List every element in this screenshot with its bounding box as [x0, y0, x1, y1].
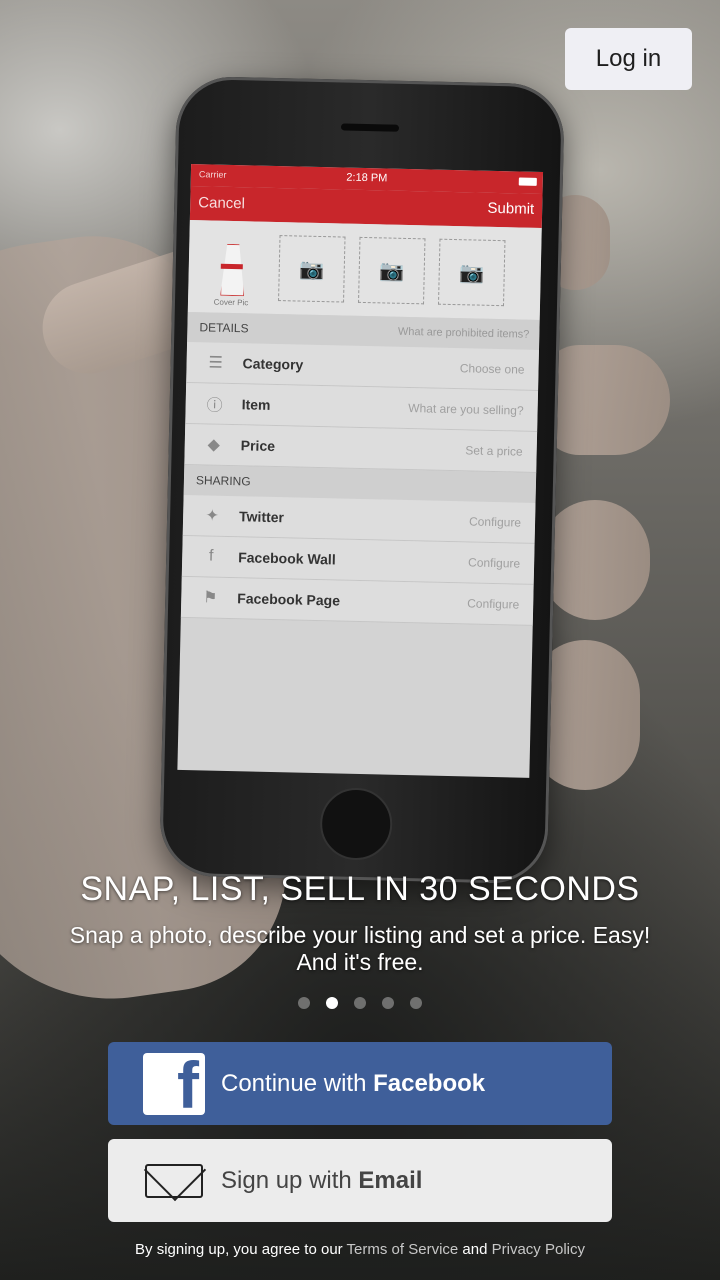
flag-icon: ⚑ — [202, 589, 218, 607]
twitter-icon: ✦ — [205, 507, 220, 525]
page-dot[interactable] — [354, 997, 366, 1009]
email-button-label: Sign up with Email — [221, 1167, 422, 1195]
row-label: Item — [241, 396, 271, 413]
add-photo-camera-icon: 📷 — [437, 238, 506, 307]
login-button[interactable]: Log in — [565, 28, 692, 90]
page-dot-active[interactable] — [326, 997, 338, 1009]
row-value: What are you selling? — [408, 401, 524, 418]
row-label: Facebook Wall — [238, 549, 336, 568]
facebook-logo-icon: f — [143, 1052, 205, 1115]
terms-of-service-link[interactable]: Terms of Service — [347, 1241, 459, 1258]
page-dot[interactable] — [382, 997, 394, 1009]
row-label: Price — [240, 437, 276, 455]
sharing-title: SHARING — [195, 473, 251, 489]
add-photo-camera-icon: 📷 — [358, 236, 426, 305]
privacy-policy-link[interactable]: Privacy Policy — [492, 1241, 585, 1258]
legal-prefix: By signing up, you agree to our — [135, 1241, 347, 1258]
envelope-icon — [145, 1163, 203, 1198]
legal-notice: By signing up, you agree to our Terms of… — [0, 1241, 720, 1258]
page-indicator[interactable] — [0, 997, 720, 1009]
row-value: Configure — [468, 514, 522, 530]
facebook-button-label: Continue with Facebook — [221, 1070, 485, 1098]
photo-strip: Cover Pic 📷 📷 📷 — [187, 220, 542, 320]
hand-finger — [540, 345, 670, 455]
row-label: Twitter — [238, 508, 285, 526]
sharing-row-facebook-page: ⚑ Facebook Page Configure — [180, 576, 534, 626]
battery-icon — [518, 177, 537, 186]
row-value: Configure — [467, 555, 521, 571]
carrier-label: Carrier — [198, 169, 227, 180]
facebook-icon-box: f — [143, 1052, 205, 1115]
facebook-button-bold: Facebook — [373, 1069, 486, 1097]
page-dot[interactable] — [410, 997, 422, 1009]
facebook-button-prefix: Continue with — [221, 1069, 374, 1097]
add-photo-camera-icon: 📷 — [278, 235, 346, 303]
row-value: Configure — [467, 596, 520, 612]
phone-mockup: Carrier 2:18 PM Cancel Submit Cover Pic … — [158, 75, 566, 885]
page-dot[interactable] — [298, 997, 310, 1009]
phone-screen: Carrier 2:18 PM Cancel Submit Cover Pic … — [177, 164, 544, 778]
email-button-bold: Email — [358, 1166, 423, 1194]
facebook-icon: f — [208, 547, 214, 565]
phone-speaker — [340, 123, 400, 132]
subtitle-line: And it's free. — [296, 949, 424, 975]
phone-cancel-label: Cancel — [198, 194, 246, 213]
cover-photo: Cover Pic — [198, 226, 266, 307]
tag-icon: ◆ — [207, 436, 221, 454]
dress-image — [214, 238, 249, 295]
row-label: Category — [242, 355, 304, 373]
row-value: Choose one — [459, 361, 525, 377]
details-title: DETAILS — [199, 320, 249, 336]
continue-with-facebook-button[interactable]: f Continue with Facebook — [108, 1042, 612, 1125]
email-button-prefix: Sign up with — [221, 1166, 359, 1194]
subtitle-line: Snap a photo, describe your listing and … — [69, 922, 651, 948]
hand-finger — [540, 500, 650, 620]
cover-pic-label: Cover Pic — [213, 297, 249, 308]
sign-up-with-email-button[interactable]: Sign up with Email — [108, 1139, 612, 1222]
legal-and: and — [458, 1241, 492, 1258]
email-icon-box — [143, 1150, 205, 1212]
onboarding-subtitle: Snap a photo, describe your listing and … — [40, 922, 680, 976]
phone-submit-label: Submit — [487, 199, 535, 218]
status-time: 2:18 PM — [346, 171, 388, 185]
phone-home-button — [319, 787, 394, 861]
prohibited-items-hint: What are prohibited items? — [397, 325, 530, 341]
info-icon: ⓘ — [206, 397, 223, 415]
onboarding-headline: SNAP, LIST, SELL IN 30 SECONDS — [80, 870, 640, 908]
row-label: Facebook Page — [237, 590, 341, 609]
list-icon: ☰ — [208, 354, 223, 372]
row-value: Set a price — [465, 443, 523, 459]
